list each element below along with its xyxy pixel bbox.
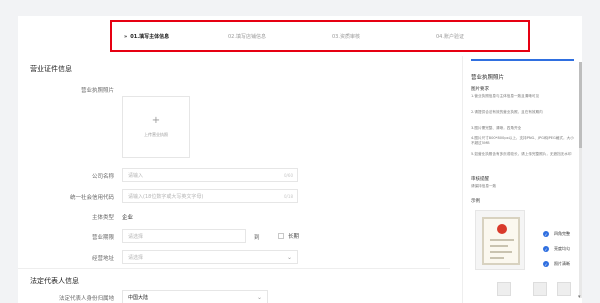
id-country-value: 中国大陆	[128, 294, 149, 301]
requirement-1: 1.营业执照信息与主体信息一致且清晰可见	[471, 94, 540, 98]
help-panel: ▾ 营业执照照片 图片要求 1.营业执照信息与主体信息一致且清晰可见 2.请提供…	[462, 56, 582, 303]
panel-accent-bar	[471, 59, 574, 61]
check-icon: ✓	[543, 231, 549, 237]
step-2-label: 02.填写店铺信息	[228, 33, 266, 40]
business-term-placeholder: 请选择	[128, 233, 144, 240]
check-item-2: ✓ 亮度均匀	[543, 246, 570, 252]
credit-code-label: 统一社会信用代码	[69, 195, 114, 201]
check-icon: ✓	[543, 246, 549, 252]
check-label-1: 四角完整	[554, 231, 570, 236]
requirement-2: 2.请提供合法有效的营业执照，且在有效期内	[471, 110, 543, 114]
plus-icon: +	[151, 115, 161, 126]
business-address-placeholder: 请选择	[128, 254, 144, 261]
thumbnail-2[interactable]	[533, 282, 547, 296]
long-term-checkbox[interactable]	[278, 233, 284, 239]
subject-type-value: 企业	[122, 215, 134, 221]
long-term-option[interactable]: 长期	[278, 232, 299, 240]
check-label-2: 亮度均匀	[554, 246, 570, 251]
check-item-3: ✓ 照片清晰	[543, 261, 570, 267]
subject-type-label: 主体类型	[91, 215, 114, 221]
company-name-placeholder: 请输入	[128, 172, 144, 179]
check-item-1: ✓ 四角完整	[543, 231, 570, 237]
step-progress: » 01.填写主体信息 02.填写店铺信息 03.资质审核 04.账户验证	[110, 20, 530, 52]
step-active-icon: »	[124, 33, 128, 40]
requirements-title: 图片要求	[471, 87, 489, 92]
license-photo-label: 营业执照照片	[80, 88, 114, 94]
credit-code-input[interactable]: 请输入(18位数字或大写英文字母) 0/18	[122, 189, 298, 203]
panel-scrollbar[interactable]: ▾	[578, 62, 582, 300]
credit-code-placeholder: 请输入(18位数字或大写英文字母)	[128, 193, 204, 200]
long-term-label: 长期	[288, 234, 300, 240]
term-separator: 到	[254, 235, 260, 241]
emblem-icon	[497, 224, 507, 234]
requirement-3: 3.图片需完整、清晰，四角齐全	[471, 126, 522, 130]
certificate-illustration	[482, 217, 520, 265]
step-4[interactable]: 04.账户验证	[424, 33, 528, 40]
requirement-5: 5.如营业执照含有多页或较长，请上传完整照片，无遮挡无水印	[471, 152, 572, 156]
requirement-4: 4.图片尺寸800*800px以上，支持PNG、JPG和JPEG格式，大小不超过…	[471, 136, 574, 146]
chevron-down-icon: ⌄	[256, 293, 262, 301]
id-country-select[interactable]: 中国大陆 ⌄	[122, 290, 268, 303]
audit-title: 审核提醒	[471, 177, 489, 182]
business-address-select[interactable]: 请选择 ⌄	[122, 250, 298, 264]
business-term-picker[interactable]: 请选择	[122, 229, 246, 243]
page: » 01.填写主体信息 02.填写店铺信息 03.资质审核 04.账户验证 营业证…	[18, 16, 582, 303]
business-term-label: 营业期限	[91, 235, 114, 241]
example-title: 示例	[471, 199, 480, 204]
step-3-label: 03.资质审核	[332, 33, 360, 40]
step-2[interactable]: 02.填写店铺信息	[216, 33, 320, 40]
step-4-label: 04.账户验证	[436, 33, 464, 40]
step-1-label: 01.填写主体信息	[130, 33, 170, 40]
thumbnail-1[interactable]	[497, 282, 511, 296]
help-title: 营业执照照片	[471, 75, 505, 81]
chevron-down-icon: ⌄	[286, 253, 292, 261]
step-3[interactable]: 03.资质审核	[320, 33, 424, 40]
upload-hint: 上传营业执照	[144, 132, 168, 137]
scroll-down-icon[interactable]: ▾	[578, 294, 581, 300]
section-title-license: 营业证件信息	[30, 65, 72, 73]
license-upload-box[interactable]: + 上传营业执照	[122, 96, 190, 158]
step-1[interactable]: » 01.填写主体信息	[112, 33, 216, 40]
company-name-input[interactable]: 请输入 0/60	[122, 168, 298, 182]
example-license-image	[475, 210, 525, 270]
check-icon: ✓	[543, 261, 549, 267]
audit-text: 请保持信息一致	[471, 184, 497, 188]
check-label-3: 照片清晰	[554, 261, 570, 266]
id-country-label: 法定代表人身份归属地	[58, 296, 114, 302]
char-count: 0/60	[284, 172, 293, 178]
thumbnail-3[interactable]	[557, 282, 571, 296]
char-count: 0/18	[284, 193, 293, 199]
section-title-legal: 法定代表人信息	[30, 277, 79, 285]
scrollbar-thumb[interactable]	[579, 62, 582, 148]
business-address-label: 经营地址	[91, 256, 114, 262]
section-divider	[18, 268, 450, 269]
company-name-label: 公司名称	[91, 174, 114, 180]
